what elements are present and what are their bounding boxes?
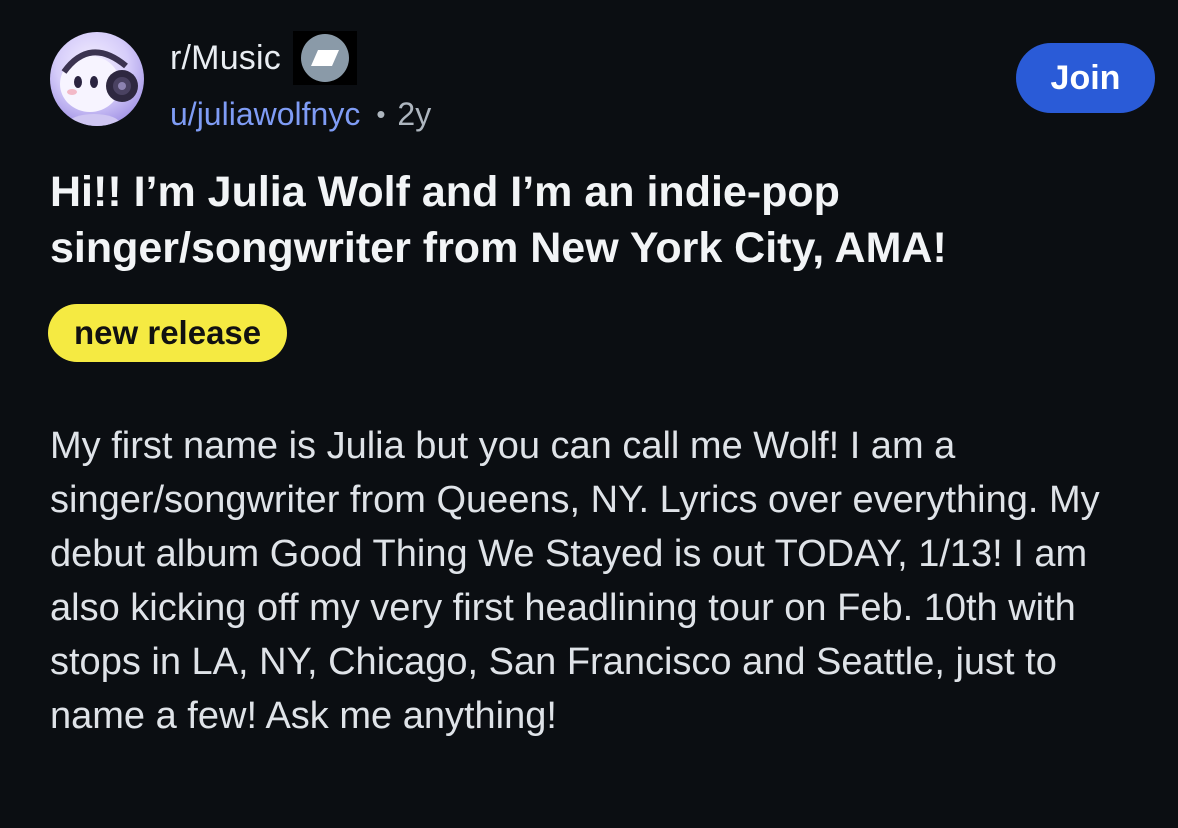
tag-icon (300, 34, 349, 82)
post-title[interactable]: Hi!! I’m Julia Wolf and I’m an indie-pop… (50, 164, 1150, 276)
meta-separator: • (376, 98, 386, 129)
subreddit-line: r/Music (170, 31, 357, 85)
subreddit-avatar[interactable] (50, 32, 144, 126)
author-username[interactable]: u/juliawolfnyc (170, 96, 360, 133)
subreddit-flair (292, 31, 357, 85)
subreddit-name[interactable]: r/Music (170, 39, 281, 78)
post-card: r/Music u/juliawolfnyc • 2y Join Hi!! I’… (0, 0, 1178, 828)
join-button[interactable]: Join (1016, 43, 1155, 113)
post-flair-badge[interactable]: new release (48, 304, 288, 362)
author-line: u/juliawolfnyc • 2y (170, 92, 431, 136)
post-age: 2y (397, 95, 432, 132)
post-body: My first name is Julia but you can call … (50, 425, 1100, 737)
headphones-character-icon (60, 49, 138, 126)
